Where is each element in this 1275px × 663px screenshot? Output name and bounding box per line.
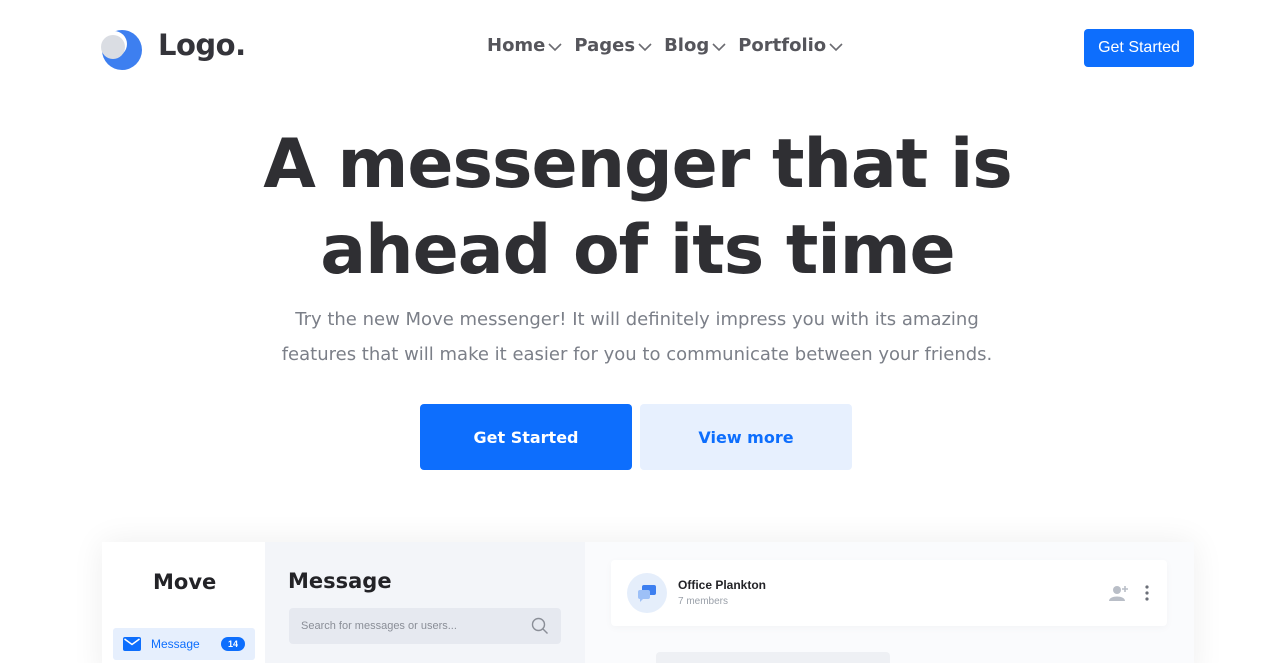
hero-title-line: ahead of its time [320, 211, 955, 290]
chat-header: Office Plankton 7 members [611, 560, 1167, 626]
chat-members-count: 7 members [678, 596, 729, 607]
chevron-down-icon [638, 43, 652, 52]
get-started-button[interactable]: Get Started [420, 404, 632, 470]
message-search-input[interactable] [301, 620, 521, 632]
app-sidebar: Move Message 14 [102, 542, 265, 663]
hero-subtitle-line: Try the new Move messenger! It will defi… [295, 309, 979, 330]
app-brand: Move [153, 570, 217, 594]
message-search [289, 608, 561, 644]
nav-item-label: Home [487, 35, 546, 56]
app-nav-item-message[interactable]: Message 14 [113, 628, 255, 660]
nav-item-blog[interactable]: Blog [664, 35, 726, 56]
hero-title: A messenger that is ahead of its time [0, 122, 1275, 294]
chat-panel: Office Plankton 7 members [585, 542, 1194, 663]
nav-item-label: Blog [664, 35, 710, 56]
message-list-panel: Message [265, 542, 726, 663]
logo[interactable]: Logo. [100, 24, 246, 74]
mail-icon [123, 637, 141, 651]
chat-bubbles-icon [638, 585, 656, 602]
hero-title-line: A messenger that is [263, 125, 1013, 204]
app-preview: Move Message 14 Message Search for messa… [102, 542, 1194, 663]
nav-item-label: Portfolio [738, 35, 827, 56]
view-more-button[interactable]: View more [640, 404, 852, 470]
chevron-down-icon [712, 43, 726, 52]
message-bubble [656, 652, 890, 663]
chevron-down-icon [548, 43, 562, 52]
app-nav-label: Message [151, 637, 200, 651]
header-get-started-button[interactable]: Get Started [1084, 29, 1194, 67]
hero-subtitle-line: features that will make it easier for yo… [281, 344, 993, 365]
nav-item-home[interactable]: Home [487, 35, 562, 56]
logo-mark-icon [100, 24, 142, 74]
nav-item-label: Pages [574, 35, 636, 56]
nav-item-pages[interactable]: Pages [574, 35, 652, 56]
chevron-down-icon [829, 43, 843, 52]
message-list-title: Message [288, 569, 392, 593]
search-icon[interactable] [531, 617, 549, 635]
logo-text: Logo. [158, 28, 246, 62]
chat-name: Office Plankton [678, 578, 767, 592]
add-user-icon[interactable] [1109, 584, 1129, 602]
more-vertical-icon[interactable] [1144, 584, 1150, 602]
group-avatar[interactable] [627, 573, 667, 613]
unread-count-badge: 14 [220, 637, 245, 651]
hero-subtitle: Try the new Move messenger! It will defi… [237, 302, 1037, 372]
main-nav: Home Pages Blog Portfolio [487, 35, 843, 56]
nav-item-portfolio[interactable]: Portfolio [738, 35, 843, 56]
